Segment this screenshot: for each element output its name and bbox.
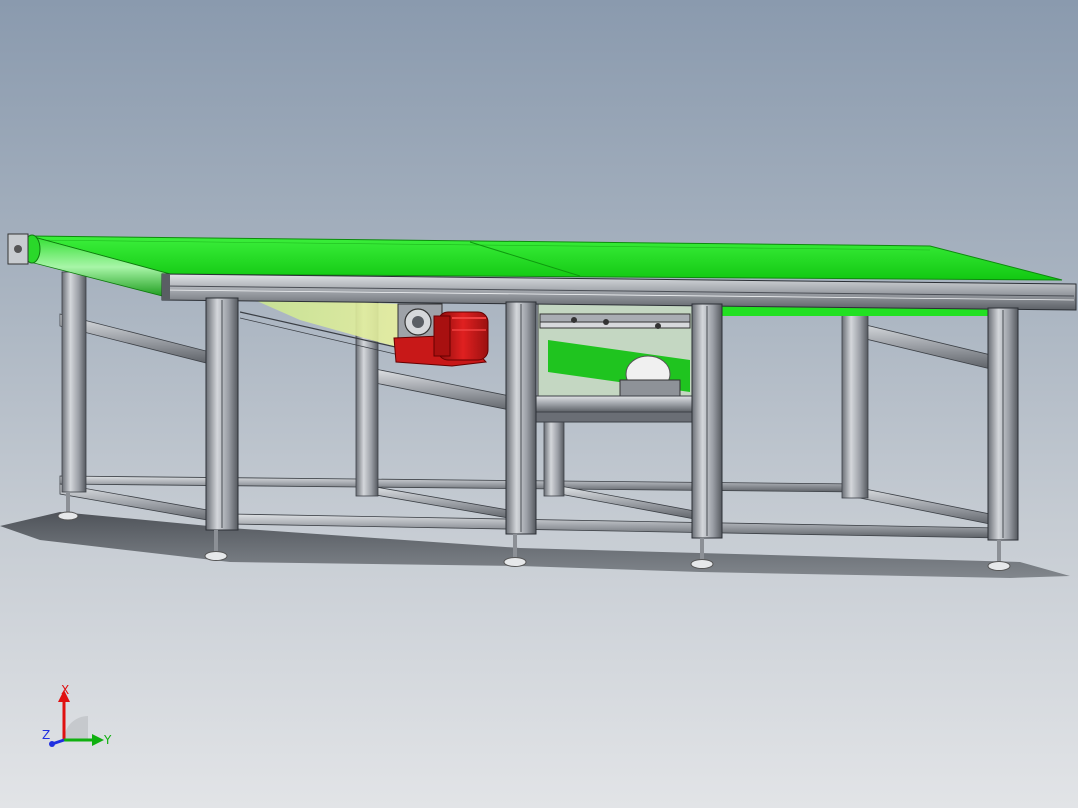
z-axis-label: Z — [42, 728, 50, 742]
y-axis-arrow-icon — [92, 734, 104, 746]
drive-housing — [533, 303, 701, 423]
drive-motor — [393, 303, 489, 367]
conveyor-model[interactable] — [0, 0, 1078, 808]
belt-return — [250, 298, 400, 348]
x-axis-label: X — [61, 684, 69, 697]
coordinate-triad: X Y Z — [42, 684, 112, 747]
3d-viewport[interactable]: X Y Z — [0, 0, 1078, 808]
triad-plane — [64, 716, 88, 740]
y-axis-label: Y — [103, 733, 112, 747]
